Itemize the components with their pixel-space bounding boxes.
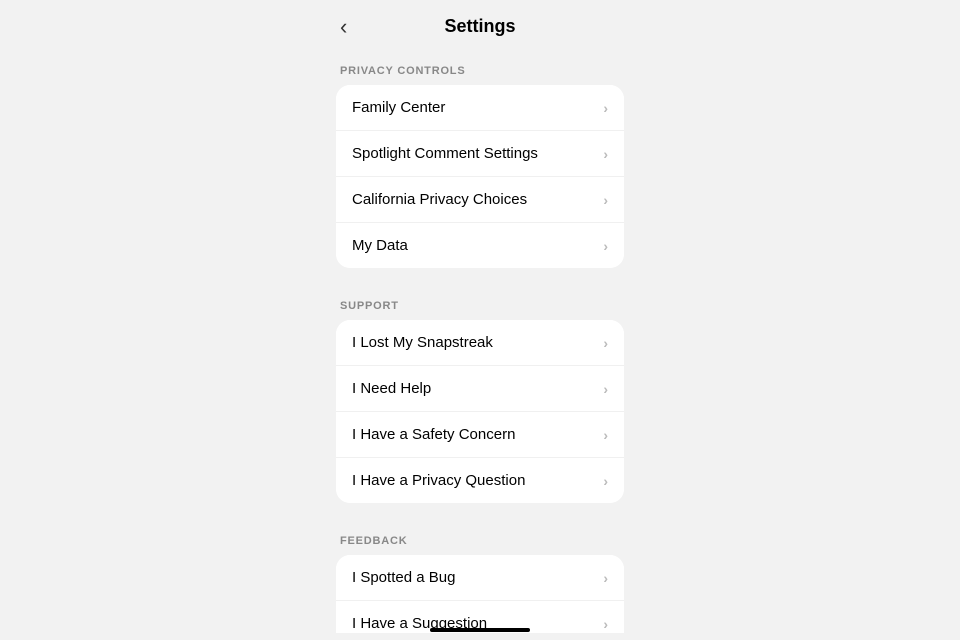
- menu-item-label-safety-concern: I Have a Safety Concern: [352, 426, 515, 443]
- menu-item-family-center[interactable]: Family Center ›: [336, 85, 624, 131]
- menu-item-label-spotlight-comment: Spotlight Comment Settings: [352, 145, 538, 162]
- chevron-icon-privacy-question: ›: [603, 473, 608, 489]
- section-label-support: SUPPORT: [320, 284, 640, 320]
- section-label-privacy-controls: PRIVACY CONTROLS: [320, 49, 640, 85]
- chevron-icon-suggestion: ›: [603, 616, 608, 632]
- chevron-icon-need-help: ›: [603, 381, 608, 397]
- menu-item-privacy-question[interactable]: I Have a Privacy Question ›: [336, 458, 624, 503]
- card-group-privacy-controls: Family Center›Spotlight Comment Settings…: [336, 85, 624, 268]
- section-label-feedback: FEEDBACK: [320, 519, 640, 555]
- menu-item-label-family-center: Family Center: [352, 99, 445, 116]
- card-group-feedback: I Spotted a Bug›I Have a Suggestion›Shak…: [336, 555, 624, 633]
- chevron-icon-family-center: ›: [603, 100, 608, 116]
- phone-container: ‹ Settings PRIVACY CONTROLSFamily Center…: [320, 0, 640, 640]
- menu-item-lost-snapstreak[interactable]: I Lost My Snapstreak ›: [336, 320, 624, 366]
- menu-item-label-my-data: My Data: [352, 237, 408, 254]
- menu-item-label-privacy-question: I Have a Privacy Question: [352, 472, 525, 489]
- menu-item-label-lost-snapstreak: I Lost My Snapstreak: [352, 334, 493, 351]
- menu-item-california-privacy[interactable]: California Privacy Choices ›: [336, 177, 624, 223]
- menu-item-label-california-privacy: California Privacy Choices: [352, 191, 527, 208]
- chevron-icon-spotted-bug: ›: [603, 570, 608, 586]
- menu-item-safety-concern[interactable]: I Have a Safety Concern ›: [336, 412, 624, 458]
- menu-item-my-data[interactable]: My Data ›: [336, 223, 624, 268]
- menu-item-label-need-help: I Need Help: [352, 380, 431, 397]
- chevron-icon-safety-concern: ›: [603, 427, 608, 443]
- chevron-icon-my-data: ›: [603, 238, 608, 254]
- home-indicator: [430, 628, 530, 632]
- menu-item-label-spotted-bug: I Spotted a Bug: [352, 569, 455, 586]
- back-button[interactable]: ‹: [340, 14, 347, 40]
- chevron-icon-california-privacy: ›: [603, 192, 608, 208]
- card-group-support: I Lost My Snapstreak›I Need Help›I Have …: [336, 320, 624, 503]
- menu-item-need-help[interactable]: I Need Help ›: [336, 366, 624, 412]
- page-title: Settings: [444, 16, 515, 37]
- chevron-icon-lost-snapstreak: ›: [603, 335, 608, 351]
- menu-item-spotted-bug[interactable]: I Spotted a Bug ›: [336, 555, 624, 601]
- header: ‹ Settings: [320, 0, 640, 49]
- chevron-icon-spotlight-comment: ›: [603, 146, 608, 162]
- content-scroll[interactable]: PRIVACY CONTROLSFamily Center›Spotlight …: [320, 49, 640, 633]
- menu-item-spotlight-comment[interactable]: Spotlight Comment Settings ›: [336, 131, 624, 177]
